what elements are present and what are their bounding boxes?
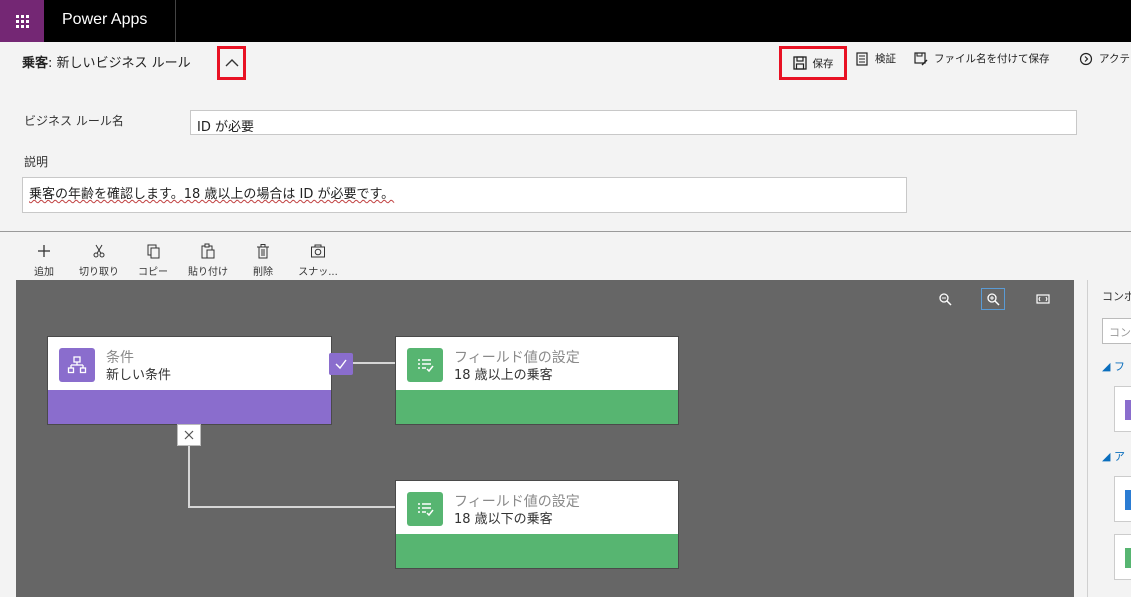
copy-label: コピー <box>138 267 168 278</box>
condition-component-tile[interactable] <box>1114 386 1131 432</box>
condition-name-label: 新しい条件 <box>106 368 172 383</box>
top-bar: Power Apps <box>0 0 1131 42</box>
action-false-band <box>396 534 678 568</box>
delete-label: 削除 <box>253 267 273 278</box>
chevron-circle-icon <box>1079 52 1093 65</box>
add-label: 追加 <box>34 267 54 278</box>
set-field-icon <box>407 492 443 526</box>
action-true-name-label: 18 歳以上の乗客 <box>454 368 553 383</box>
copy-icon <box>147 244 160 259</box>
description-input[interactable]: 乗客の年齢を確認します。18 歳以上の場合は ID が必要です。 <box>22 177 907 213</box>
save-as-label: ファイル名を付けて保存 <box>934 53 1050 65</box>
zoom-in-icon <box>987 293 1000 306</box>
condition-icon <box>59 348 95 382</box>
description-label: 説明 <box>24 155 49 169</box>
snapshot-label: スナッ... <box>298 267 338 278</box>
checklist-icon <box>856 51 868 66</box>
action-node-false[interactable]: フィールド値の設定 18 歳以下の乗客 <box>395 480 679 569</box>
section-divider <box>0 231 1131 232</box>
waffle-icon <box>15 14 29 28</box>
condition-band <box>48 390 331 424</box>
condition-tile-swatch <box>1125 400 1131 420</box>
component-search-input[interactable]: コン <box>1102 318 1131 344</box>
description-value: 乗客の年齢を確認します。18 歳以上の場合は ID が必要です。 <box>29 187 395 202</box>
rule-title: 新しいビジネス ルール <box>56 56 191 71</box>
save-label: 保存 <box>812 57 834 70</box>
cut-label: 切り取り <box>79 267 119 278</box>
zoom-in-button[interactable] <box>981 288 1005 310</box>
action-true-band <box>396 390 678 424</box>
entity-name: 乗客 <box>22 56 49 71</box>
copy-button[interactable]: コピー <box>125 243 181 278</box>
rule-name-value: ID が必要 <box>197 120 254 135</box>
connector-false-horizontal <box>188 506 395 508</box>
group-flow-header[interactable]: ◢ フ <box>1102 358 1125 374</box>
delete-button[interactable]: 削除 <box>235 243 291 278</box>
action-component-tile-1[interactable] <box>1114 476 1131 522</box>
save-as-icon <box>914 51 928 65</box>
false-branch-badge[interactable] <box>177 424 201 446</box>
fit-to-screen-button[interactable] <box>1031 288 1055 310</box>
true-branch-badge[interactable] <box>329 353 353 375</box>
component-search-placeholder: コン <box>1109 326 1131 339</box>
clipboard-icon <box>201 243 215 259</box>
validate-label: 検証 <box>875 53 896 65</box>
save-as-button[interactable]: ファイル名を付けて保存 <box>914 51 1050 66</box>
topbar-divider <box>175 0 176 42</box>
activate-label: アクテ <box>1099 53 1130 65</box>
scissors-icon <box>93 244 105 258</box>
set-field-icon <box>407 348 443 382</box>
connector-true <box>353 362 395 364</box>
app-launcher-button[interactable] <box>0 0 44 42</box>
connector-false-vertical <box>188 446 190 508</box>
snapshot-button[interactable]: スナッ... <box>290 243 346 278</box>
validate-button[interactable]: 検証 <box>855 51 896 66</box>
page-title: 乗客: 新しいビジネス ルール <box>22 52 191 71</box>
group-flow-label: フ <box>1113 360 1125 373</box>
collapse-button[interactable] <box>217 46 246 80</box>
action-tile-swatch-green <box>1125 548 1131 568</box>
zoom-out-button[interactable] <box>933 288 957 310</box>
fit-screen-icon <box>1036 294 1050 304</box>
save-button[interactable]: 保存 <box>779 46 847 80</box>
chevron-up-icon <box>225 59 238 67</box>
group-action-header[interactable]: ◢ ア <box>1102 448 1125 464</box>
save-icon <box>792 56 807 70</box>
title-separator: : <box>48 56 53 71</box>
action-tile-swatch-blue <box>1125 490 1131 510</box>
components-tab[interactable]: コンポ <box>1102 288 1131 304</box>
group-action-label: ア <box>1113 450 1125 463</box>
trash-icon <box>257 244 269 259</box>
condition-node[interactable]: 条件 新しい条件 <box>47 336 332 425</box>
plus-icon <box>38 245 50 257</box>
camera-icon <box>311 244 325 258</box>
action-component-tile-2[interactable] <box>1114 534 1131 580</box>
zoom-out-icon <box>939 293 952 306</box>
app-title[interactable]: Power Apps <box>62 11 147 29</box>
cut-button[interactable]: 切り取り <box>71 243 127 278</box>
action-node-true[interactable]: フィールド値の設定 18 歳以上の乗客 <box>395 336 679 425</box>
check-icon <box>335 359 347 370</box>
add-button[interactable]: 追加 <box>16 243 72 278</box>
action-false-name-label: 18 歳以下の乗客 <box>454 512 553 527</box>
rule-name-label: ビジネス ルール名 <box>24 114 124 128</box>
activate-button[interactable]: アクテ <box>1079 51 1130 66</box>
paste-button[interactable]: 貼り付け <box>180 243 236 278</box>
paste-label: 貼り付け <box>188 267 228 278</box>
close-icon <box>184 430 194 440</box>
rule-name-input[interactable]: ID が必要 <box>190 110 1077 135</box>
